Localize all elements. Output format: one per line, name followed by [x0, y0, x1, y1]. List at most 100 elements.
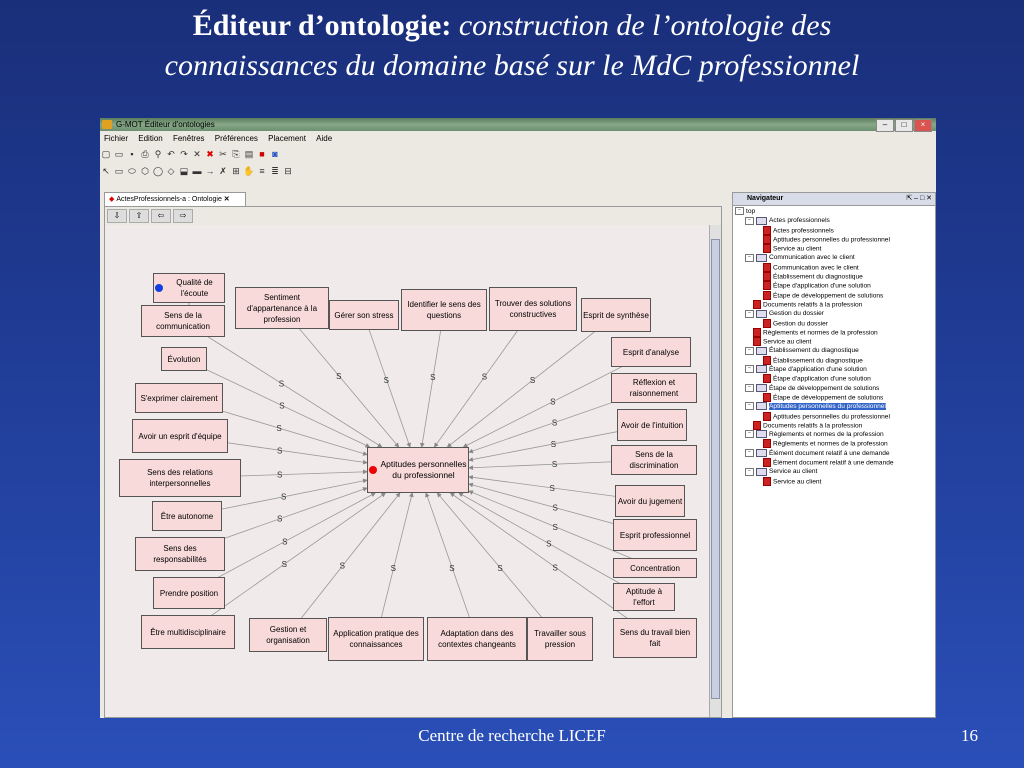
tree-item[interactable]: Élément document relatif à une demande [735, 458, 933, 468]
graph-node[interactable]: Sens de la communication [141, 305, 225, 337]
align2-icon[interactable]: ≣ [269, 166, 281, 177]
tree-item[interactable]: Règlements et normes de la profession [735, 327, 933, 337]
tree-item[interactable]: − Élément document relatif à une demande [735, 448, 933, 458]
stop-icon[interactable]: ■ [256, 149, 268, 159]
arrow-icon[interactable]: → [204, 166, 216, 176]
tree-item[interactable]: Documents relatifs à la profession [735, 299, 933, 309]
tab-close-icon[interactable]: ✕ [224, 196, 230, 203]
tree-item[interactable]: − Étape de développement de solutions [735, 383, 933, 393]
concept-icon[interactable]: ▭ [113, 166, 125, 177]
expand-icon[interactable]: − [745, 309, 754, 318]
tree-item[interactable]: Actes professionnels [735, 225, 933, 235]
tree-item[interactable]: Étape d'application d'une solution [735, 281, 933, 291]
menu-edition[interactable]: Edition [134, 132, 166, 145]
graph-node[interactable]: Adaptation dans des contextes changeants [427, 617, 527, 661]
principle-icon[interactable]: ⬡ [139, 166, 151, 177]
tree-item[interactable]: − Établissement du diagnostique [735, 346, 933, 355]
menu-placement[interactable]: Placement [264, 132, 310, 145]
expand-icon[interactable]: − [745, 383, 754, 392]
graph-node[interactable]: Esprit de synthèse [581, 298, 651, 332]
tree-item[interactable]: − Règlements et normes de la profession [735, 430, 933, 439]
tree-item[interactable]: Étape d'application d'une solution [735, 374, 933, 384]
graph-node[interactable]: Gestion et organisation [249, 618, 327, 652]
back-icon[interactable]: ⇦ [151, 209, 171, 223]
tree-item[interactable]: Communication avec le client [735, 262, 933, 272]
graph-node[interactable]: Réflexion et raisonnement [611, 373, 697, 403]
menu-aide[interactable]: Aide [312, 132, 336, 145]
tree-item[interactable]: − top [735, 207, 933, 216]
graph-node-top[interactable]: Qualité de l'écoute [153, 273, 225, 303]
graph-node[interactable]: Être autonome [152, 501, 222, 531]
tree-item[interactable]: Service au client [735, 476, 933, 486]
graph-node[interactable]: Sens du travail bien fait [613, 618, 697, 658]
scrollbar-thumb[interactable] [711, 239, 720, 699]
minimize-button[interactable]: – [876, 119, 894, 132]
tree-item[interactable]: − Gestion du dossier [735, 309, 933, 318]
expand-icon[interactable]: − [745, 402, 754, 411]
editor-tab[interactable]: ◆ ActesProfessionnels-a : Ontologie ✕ [104, 192, 246, 207]
vertical-scrollbar[interactable] [709, 225, 721, 717]
procedure-icon[interactable]: ⬭ [126, 166, 138, 177]
tree-item[interactable]: Gestion du dossier [735, 318, 933, 328]
graph-node[interactable]: Avoir de l'intuition [617, 409, 687, 441]
expand-icon[interactable]: − [745, 467, 754, 476]
down-icon[interactable]: ⇩ [107, 209, 127, 223]
tree-item[interactable]: Établissement du diagnostique [735, 355, 933, 365]
tree-item[interactable]: Aptitudes personnelles du professionnel [735, 234, 933, 244]
new-icon[interactable]: ▢ [100, 149, 112, 160]
distribute-icon[interactable]: ⊟ [282, 166, 294, 177]
tree-item[interactable]: Étape de développement de solutions [735, 290, 933, 300]
tree-item[interactable]: − Étape d'application d'une solution [735, 365, 933, 374]
tree-item[interactable]: Établissement du diagnostique [735, 272, 933, 282]
find-icon[interactable]: ⚲ [152, 149, 164, 160]
expand-icon[interactable]: − [745, 430, 754, 439]
expand-icon[interactable]: − [745, 253, 754, 262]
graph-canvas[interactable]: SSSSSSSSSSSSSSSSSSSSSSSSSSSS Sens de la … [105, 225, 709, 717]
graph-node[interactable]: Esprit professionnel [613, 519, 697, 551]
graph-node[interactable]: Être multidisciplinaire [141, 615, 235, 649]
tree-item[interactable]: − Actes professionnels [735, 216, 933, 225]
link-icon[interactable]: ⬓ [178, 166, 190, 177]
graph-node[interactable]: Sentiment d'appartenance à la profession [235, 287, 329, 329]
graph-node[interactable]: Avoir du jugement [615, 485, 685, 517]
save-icon[interactable]: ▪ [126, 149, 138, 159]
text-icon[interactable]: ▬ [191, 166, 203, 176]
expand-icon[interactable]: − [735, 207, 744, 216]
up-icon[interactable]: ⇧ [129, 209, 149, 223]
menu-preferences[interactable]: Préférences [211, 132, 262, 145]
graph-node[interactable]: Travailler sous pression [527, 617, 593, 661]
graph-node[interactable]: Prendre position [153, 577, 225, 609]
delete-icon[interactable]: ✕ [191, 149, 203, 160]
align-icon[interactable]: ≡ [256, 166, 268, 176]
undo-icon[interactable]: ↶ [165, 149, 177, 160]
close-button[interactable]: × [914, 119, 932, 132]
graph-node[interactable]: Aptitude à l'effort [613, 583, 675, 611]
graph-node[interactable]: S'exprimer clairement [135, 383, 223, 413]
graph-node[interactable]: Avoir un esprit d'équipe [132, 419, 228, 453]
tree-item[interactable]: Étape de développement de solutions [735, 392, 933, 402]
graph-node[interactable]: Gérer son stress [329, 300, 399, 330]
tree-item[interactable]: − Aptitudes personnelles du professionnel [735, 402, 933, 411]
cut-icon[interactable]: ✂ [217, 149, 229, 160]
expand-icon[interactable]: − [745, 365, 754, 374]
tree-item[interactable]: Règlements et normes de la profession [735, 439, 933, 449]
tree-item[interactable]: Service au client [735, 337, 933, 347]
graph-node[interactable]: Application pratique des connaissances [328, 617, 424, 661]
graph-node[interactable]: Sens de la discrimination [611, 445, 697, 475]
hand-icon[interactable]: ✋ [243, 166, 255, 177]
fact-icon[interactable]: ◯ [152, 166, 164, 177]
expand-icon[interactable]: − [745, 346, 754, 355]
forward-icon[interactable]: ⇨ [173, 209, 193, 223]
graph-node[interactable]: Concentration [613, 558, 697, 578]
tree-item[interactable]: Aptitudes personnelles du professionnel [735, 411, 933, 421]
graph-node[interactable]: Évolution [161, 347, 207, 371]
graph-node[interactable]: Esprit d'analyse [611, 337, 691, 367]
tree-item[interactable]: − Communication avec le client [735, 253, 933, 262]
graph-node-center[interactable]: Aptitudes personnelles du professionnel [367, 447, 469, 493]
camera-icon[interactable]: ◙ [269, 149, 281, 159]
tool-icon[interactable]: ✗ [217, 166, 229, 177]
graph-node[interactable]: Trouver des solutions constructives [489, 287, 577, 331]
print-icon[interactable]: ⎙ [139, 149, 151, 160]
tree-item[interactable]: − Service au client [735, 467, 933, 476]
graph-node[interactable]: Sens des responsabilités [135, 537, 225, 571]
